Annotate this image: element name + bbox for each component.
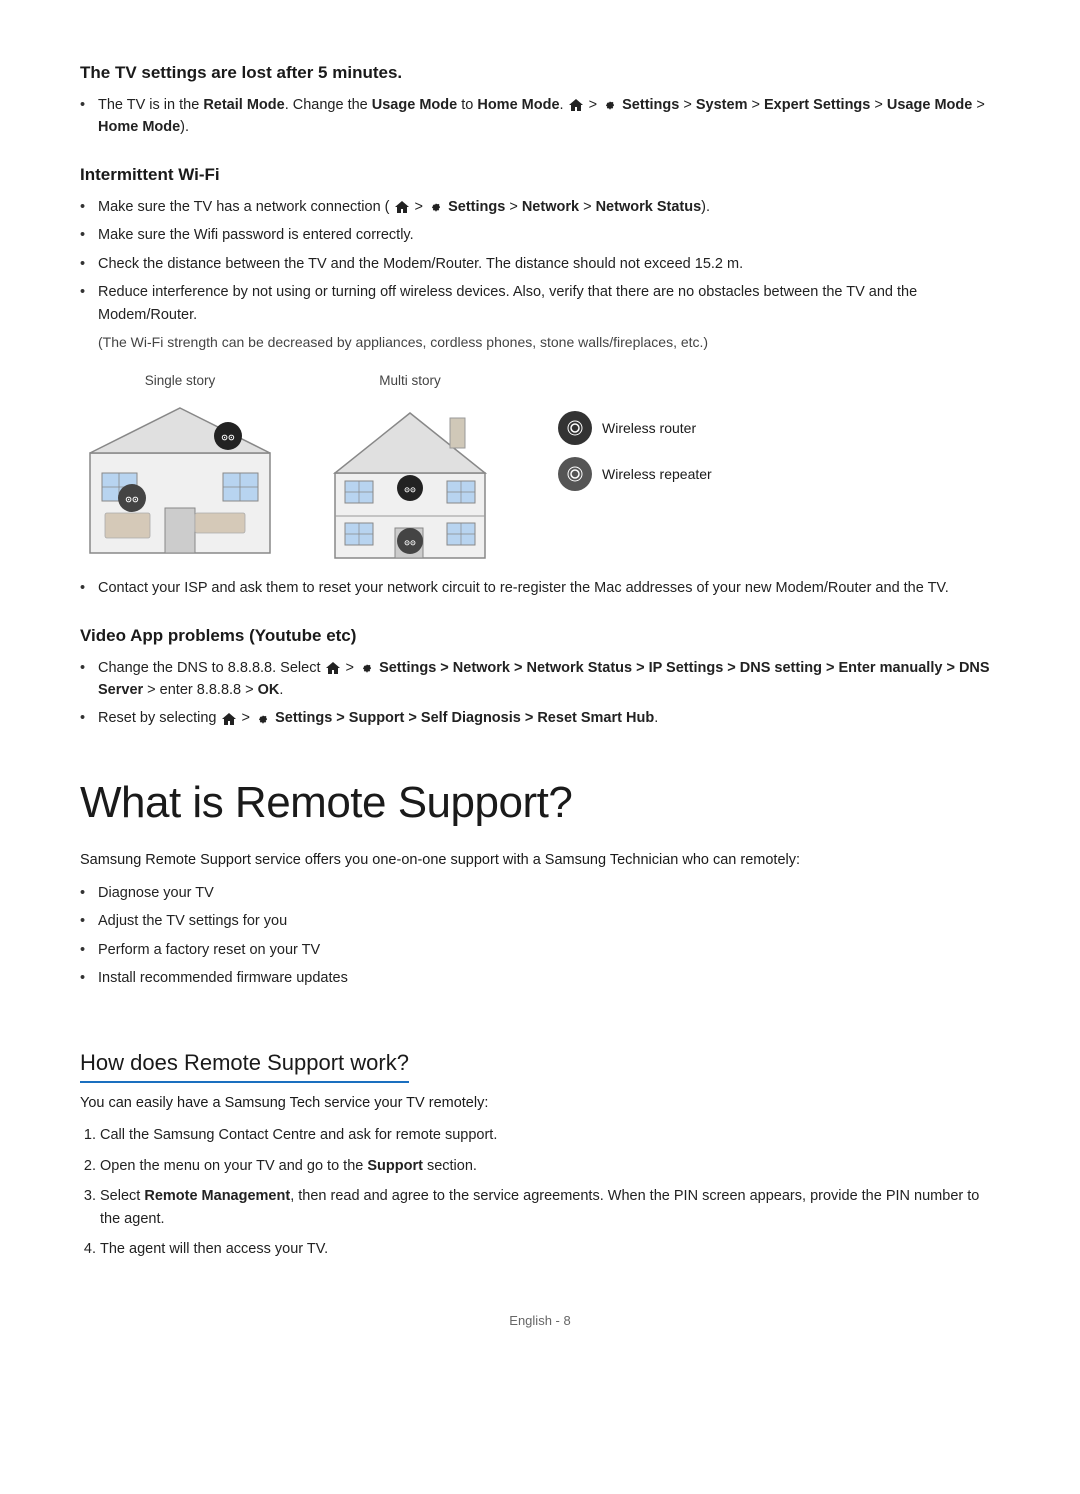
multi-story-svg: ⊙⊙ ⊙⊙ — [310, 398, 510, 563]
wifi-contact-bullet: Contact your ISP and ask them to reset y… — [80, 577, 1000, 599]
home-mode-path: Home Mode — [98, 119, 180, 135]
remote-bullet-1: Diagnose your TV — [80, 882, 1000, 904]
how-remote-section: How does Remote Support work? You can ea… — [80, 1014, 1000, 1261]
remote-step-3: Select Remote Management, then read and … — [100, 1185, 1000, 1230]
remote-bullet-3: Perform a factory reset on your TV — [80, 939, 1000, 961]
video-app-section: Video App problems (Youtube etc) Change … — [80, 623, 1000, 730]
remote-steps-list: Call the Samsung Contact Centre and ask … — [80, 1124, 1000, 1260]
svg-text:⊙⊙: ⊙⊙ — [404, 487, 416, 494]
home-mode-text: Home Mode — [477, 97, 559, 113]
dns-settings-path: Settings > Network > Network Status > IP… — [98, 660, 990, 698]
video-app-bullet-1: Change the DNS to 8.8.8.8. Select > Sett… — [80, 657, 1000, 702]
diagram-legend: Wireless router Wireless repeater — [558, 411, 712, 491]
diagrams-row: Single story ⊙ — [80, 371, 1000, 562]
wifi-heading: Intermittent Wi-Fi — [80, 162, 1000, 188]
video-app-bullets: Change the DNS to 8.8.8.8. Select > Sett… — [80, 657, 1000, 730]
network-path: Network — [522, 199, 579, 215]
wifi-bullet-1: Make sure the TV has a network connectio… — [80, 196, 1000, 218]
wifi-bullet-4: Reduce interference by not using or turn… — [80, 281, 1000, 326]
repeater-icon — [558, 457, 592, 491]
remote-support-bullets: Diagnose your TV Adjust the TV settings … — [80, 882, 1000, 990]
router-label: Wireless router — [602, 418, 696, 439]
footer-text: English - 8 — [509, 1313, 570, 1328]
remote-step-1: Call the Samsung Contact Centre and ask … — [100, 1124, 1000, 1146]
svg-text:⊙⊙: ⊙⊙ — [404, 540, 416, 547]
usage-mode-path: Usage Mode — [887, 97, 972, 113]
ok-label: OK — [258, 682, 280, 698]
settings-path-1: Settings — [622, 97, 679, 113]
remote-step-2: Open the menu on your TV and go to the S… — [100, 1155, 1000, 1177]
single-story-svg: ⊙⊙ ⊙⊙ — [80, 398, 280, 563]
gear-icon-3 — [358, 660, 374, 676]
support-bold: Support — [367, 1158, 423, 1174]
remote-mgmt-bold: Remote Management — [144, 1188, 290, 1204]
multi-story-label: Multi story — [379, 371, 441, 391]
tv-settings-list: The TV is in the Retail Mode. Change the… — [80, 94, 1000, 139]
wifi-bullets: Make sure the TV has a network connectio… — [80, 196, 1000, 326]
gear-icon-2 — [427, 199, 443, 215]
gear-icon-4 — [254, 711, 270, 727]
svg-text:⊙⊙: ⊙⊙ — [125, 495, 139, 504]
remote-step-4: The agent will then access your TV. — [100, 1238, 1000, 1260]
home-icon — [568, 98, 584, 112]
tv-settings-bullet-1: The TV is in the Retail Mode. Change the… — [80, 94, 1000, 139]
single-story-label: Single story — [145, 371, 216, 391]
home-icon-3 — [325, 661, 341, 675]
page-footer: English - 8 — [80, 1311, 1000, 1331]
settings-path-2: Settings — [448, 199, 505, 215]
home-icon-4 — [221, 712, 237, 726]
single-story-diagram: Single story ⊙ — [80, 371, 280, 562]
video-app-heading: Video App problems (Youtube etc) — [80, 623, 1000, 649]
repeater-label: Wireless repeater — [602, 464, 712, 485]
wifi-note: (The Wi-Fi strength can be decreased by … — [98, 332, 1000, 353]
how-remote-heading: How does Remote Support work? — [80, 1046, 409, 1083]
expert-settings-path: Expert Settings — [764, 97, 870, 113]
retail-mode-text: Retail Mode — [203, 97, 284, 113]
svg-text:⊙⊙: ⊙⊙ — [221, 433, 235, 442]
network-status-path: Network Status — [596, 199, 702, 215]
tv-settings-heading: The TV settings are lost after 5 minutes… — [80, 60, 1000, 86]
wifi-contact-bullets: Contact your ISP and ask them to reset y… — [80, 577, 1000, 599]
system-path: System — [696, 97, 748, 113]
gear-icon-1 — [601, 97, 617, 113]
wifi-section: Intermittent Wi-Fi Make sure the TV has … — [80, 162, 1000, 599]
wifi-bullet-3: Check the distance between the TV and th… — [80, 253, 1000, 275]
what-is-remote-heading: What is Remote Support? — [80, 770, 1000, 836]
multi-story-diagram: Multi story — [310, 371, 510, 562]
remote-bullet-2: Adjust the TV settings for you — [80, 910, 1000, 932]
router-icon — [558, 411, 592, 445]
usage-mode-text: Usage Mode — [372, 97, 457, 113]
remote-bullet-4: Install recommended firmware updates — [80, 967, 1000, 989]
tv-settings-section: The TV settings are lost after 5 minutes… — [80, 60, 1000, 138]
how-remote-intro: You can easily have a Samsung Tech servi… — [80, 1093, 1000, 1115]
home-icon-2 — [394, 200, 410, 214]
arrow-sep: > — [589, 97, 602, 113]
what-is-remote-section: What is Remote Support? Samsung Remote S… — [80, 770, 1000, 990]
video-app-bullet-2: Reset by selecting > Settings > Support … — [80, 707, 1000, 729]
repeater-legend-item: Wireless repeater — [558, 457, 712, 491]
reset-path: Settings > Support > Self Diagnosis > Re… — [275, 710, 654, 726]
router-legend-item: Wireless router — [558, 411, 712, 445]
wifi-bullet-2: Make sure the Wifi password is entered c… — [80, 224, 1000, 246]
what-is-remote-intro: Samsung Remote Support service offers yo… — [80, 850, 1000, 872]
